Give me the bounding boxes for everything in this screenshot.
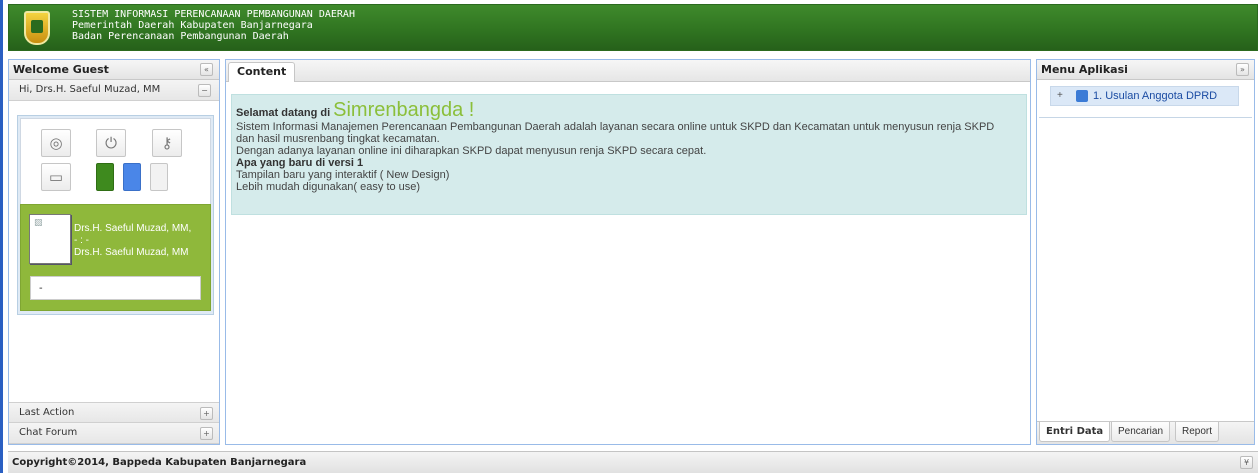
chat-forum-header[interactable]: Chat Forum + — [9, 423, 219, 444]
window-left-edge — [0, 0, 3, 473]
broken-image-icon: ▨ — [34, 218, 43, 228]
right-panel-title-text: Menu Aplikasi — [1041, 63, 1128, 76]
tab-pencarian[interactable]: Pencarian — [1111, 422, 1171, 442]
user-section-header[interactable]: Hi, Drs.H. Saeful Muzad, MM − — [9, 80, 219, 101]
header-title: SISTEM INFORMASI PERENCANAAN PEMBANGUNAN… — [72, 9, 355, 20]
expand-chat-forum-icon[interactable]: + — [200, 427, 213, 440]
copyright-text: Copyright©2014, Bappeda Kabupaten Banjar… — [12, 457, 307, 468]
collapse-left-icon[interactable]: « — [200, 63, 213, 76]
content-tabbar: Content — [226, 60, 1030, 82]
right-panel: Menu Aplikasi » + 1. Usulan Anggota DPRD… — [1036, 59, 1255, 445]
tab-entri-data[interactable]: Entri Data — [1039, 422, 1111, 442]
user-shortcuts: ◎ ⏻ ⚷ ▭ — [20, 118, 211, 210]
grey-theme-swatch[interactable] — [150, 163, 168, 191]
folder-tree-icon — [1076, 90, 1088, 102]
collapse-user-icon[interactable]: − — [198, 84, 211, 97]
welcome-text-2: dan hasil musrenbang tingkat kecamatan. — [236, 133, 440, 145]
expand-last-action-icon[interactable]: + — [200, 407, 213, 420]
blue-theme-swatch[interactable] — [123, 163, 141, 191]
dashboard-icon[interactable]: ◎ — [41, 129, 71, 157]
last-action-header[interactable]: Last Action + — [9, 402, 219, 423]
tab-content[interactable]: Content — [228, 62, 296, 82]
header-text: SISTEM INFORMASI PERENCANAAN PEMBANGUNAN… — [72, 9, 355, 42]
user-section-body: ◎ ⏻ ⚷ ▭ ▨ Drs.H. Saeful Muzad, MM, - : -… — [17, 115, 214, 315]
left-panel-title-text: Welcome Guest — [13, 63, 109, 76]
greeting-prefix: Selamat datang di — [236, 107, 331, 119]
menu-tree: + 1. Usulan Anggota DPRD — [1039, 82, 1252, 118]
profile-name: Drs.H. Saeful Muzad, MM, — [74, 223, 192, 234]
right-tabbar: Entri Data Pencarian Report — [1037, 421, 1254, 444]
greeting-app-name: Simrenbangda ! — [333, 99, 475, 121]
user-profile-card: ▨ Drs.H. Saeful Muzad, MM, - : - Drs.H. … — [20, 204, 211, 311]
tab-report[interactable]: Report — [1175, 422, 1220, 442]
right-panel-title: Menu Aplikasi » — [1037, 60, 1254, 80]
collapse-right-icon[interactable]: » — [1236, 63, 1249, 76]
green-theme-swatch[interactable] — [96, 163, 114, 191]
whats-new-item-2: Lebih mudah digunakan( easy to use) — [236, 181, 421, 193]
tree-item-label: 1. Usulan Anggota DPRD — [1093, 90, 1218, 102]
welcome-text-1: Sistem Informasi Manajemen Perencanaan P… — [236, 121, 995, 133]
folder-icon[interactable]: ▭ — [41, 163, 71, 191]
profile-info-box: - — [30, 276, 201, 300]
user-greeting: Hi, Drs.H. Saeful Muzad, MM — [19, 84, 161, 95]
last-action-label: Last Action — [19, 407, 75, 418]
welcome-greeting: Selamat datang di Simrenbangda ! — [236, 99, 1026, 121]
profile-position: - : - — [74, 235, 89, 246]
left-panel-title: Welcome Guest « — [9, 60, 219, 80]
tree-item-usulan-dprd[interactable]: + 1. Usulan Anggota DPRD — [1050, 86, 1239, 106]
content-panel: Content Selamat datang di Simrenbangda !… — [225, 59, 1031, 445]
power-icon[interactable]: ⏻ — [96, 129, 126, 157]
app-footer: Copyright©2014, Bappeda Kabupaten Banjar… — [8, 451, 1258, 473]
whats-new-item-1: Tampilan baru yang interaktif ( New Desi… — [236, 169, 450, 181]
whats-new-heading: Apa yang baru di versi 1 — [236, 157, 364, 169]
key-icon[interactable]: ⚷ — [152, 129, 182, 157]
header-subtitle-2: Badan Perencanaan Pembangunan Daerah — [72, 31, 289, 42]
header-subtitle-1: Pemerintah Daerah Kabupaten Banjarnegara — [72, 20, 313, 31]
welcome-text-3: Dengan adanya layanan online ini diharap… — [236, 145, 707, 157]
app-header: SISTEM INFORMASI PERENCANAAN PEMBANGUNAN… — [8, 4, 1258, 51]
tree-expand-icon[interactable]: + — [1057, 87, 1063, 105]
chat-forum-label: Chat Forum — [19, 427, 78, 438]
footer-toggle-icon[interactable]: ¥ — [1240, 456, 1253, 469]
avatar: ▨ — [29, 214, 71, 264]
left-panel: Welcome Guest « Hi, Drs.H. Saeful Muzad,… — [8, 59, 220, 445]
regency-logo-icon — [24, 11, 50, 45]
welcome-box: Selamat datang di Simrenbangda ! Sistem … — [231, 94, 1027, 215]
profile-name-secondary: Drs.H. Saeful Muzad, MM — [74, 247, 189, 258]
